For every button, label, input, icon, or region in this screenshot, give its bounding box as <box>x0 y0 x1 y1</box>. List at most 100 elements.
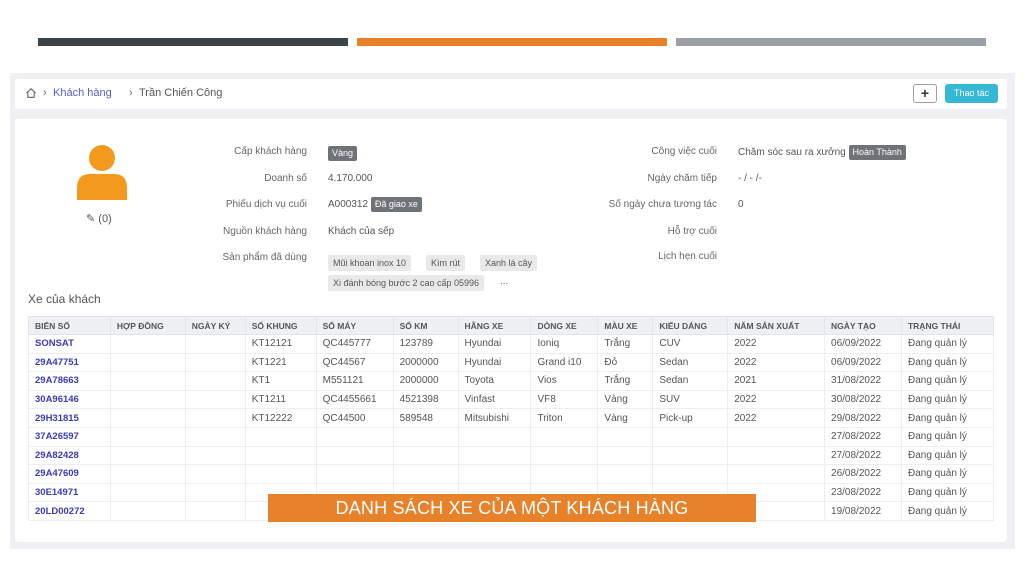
table-cell <box>109 352 186 373</box>
table-cell: SUV <box>652 389 729 410</box>
table-cell: Trắng <box>597 371 654 391</box>
plate-number-link[interactable]: 29A78663 <box>28 371 111 391</box>
table-cell: Đang quản lý <box>900 371 995 391</box>
last-care-label: Ngày chăm tiếp <box>647 173 717 184</box>
table-cell: QC445777 <box>315 334 394 354</box>
column-header[interactable]: MÀU XE <box>597 316 654 335</box>
table-cell <box>184 501 246 521</box>
plate-number-link[interactable]: 37A26597 <box>28 426 111 447</box>
table-cell <box>184 408 246 428</box>
table-cell <box>109 371 186 391</box>
table-cell <box>392 426 459 447</box>
job-status-badge: Hoàn Thành <box>848 145 906 160</box>
table-cell <box>530 445 599 466</box>
actions-button[interactable]: Thao tác <box>945 84 998 103</box>
table-cell: M551121 <box>315 371 394 391</box>
plate-number-link[interactable]: 30A96146 <box>28 389 111 410</box>
table-row[interactable]: 37A26597 27/08/2022 Đang quản lý <box>28 426 995 447</box>
plate-number-link[interactable]: 30E14971 <box>28 482 111 503</box>
table-cell: Đang quản lý <box>900 389 995 410</box>
revenue-label: Doanh số <box>264 173 307 184</box>
table-cell: 2021 <box>727 371 826 391</box>
decor-bar-orange <box>357 38 667 46</box>
column-header[interactable]: BIỂN SỐ <box>28 316 111 335</box>
table-cell: KT1 <box>244 371 317 391</box>
column-header[interactable]: TRẠNG THÁI <box>900 316 995 335</box>
column-header[interactable]: DÒNG XE <box>530 316 599 335</box>
decor-bar-grey <box>676 38 986 46</box>
table-row[interactable]: 29A47609 26/08/2022 Đang quản lý <box>28 464 995 484</box>
last-appointment-label: Lịch hẹn cuối <box>658 251 717 262</box>
table-cell: Đang quản lý <box>900 408 995 428</box>
home-icon[interactable] <box>25 87 37 99</box>
table-cell <box>315 445 394 466</box>
table-cell: Mitsubishi <box>457 408 532 428</box>
table-cell: 23/08/2022 <box>824 482 902 503</box>
decor-bar-dark <box>38 38 348 46</box>
table-cell <box>109 426 186 447</box>
table-cell: Vinfast <box>457 389 532 410</box>
table-row[interactable]: 29A78663 KT1 M551121 2000000 Toyota Vios Trắng… <box>28 371 995 391</box>
products-more[interactable]: ... <box>500 276 508 287</box>
table-cell <box>184 371 246 391</box>
table-cell <box>392 464 459 484</box>
cars-table: BIỂN SỐ HỢP ĐỒNG NGÀY KÝ SỐ KHUNG SỐ MÁY… <box>28 316 995 521</box>
column-header[interactable]: HỢP ĐỒNG <box>109 316 186 335</box>
column-header[interactable]: KIỂU DÁNG <box>652 316 729 335</box>
table-cell: 27/08/2022 <box>824 426 902 447</box>
column-header[interactable]: NGÀY TẠO <box>824 316 902 335</box>
table-cell <box>109 445 186 466</box>
breadcrumb-customers-link[interactable]: Khách hàng <box>53 87 112 99</box>
table-cell: Sedan <box>652 371 729 391</box>
table-cell: Trắng <box>597 334 654 354</box>
plate-number-link[interactable]: 29A47609 <box>28 464 111 484</box>
table-cell <box>184 389 246 410</box>
table-cell: Đang quản lý <box>900 464 995 484</box>
last-ticket-label: Phiếu dịch vụ cuối <box>225 199 307 210</box>
table-row[interactable]: SONSAT KT12121 QC445777 123789 Hyundai Ioniq T… <box>28 334 995 354</box>
table-row[interactable]: 30A96146 KT1211 QC4455661 4521398 Vinfast VF8… <box>28 389 995 410</box>
table-cell: Grand i10 <box>530 352 599 373</box>
table-row[interactable]: 29A47751 KT1221 QC44567 2000000 Hyundai Grand… <box>28 352 995 373</box>
column-header[interactable]: SỐ KM <box>392 316 459 335</box>
table-cell <box>652 445 729 466</box>
last-job-text: Chăm sóc sau ra xưởng <box>738 147 846 158</box>
tier-badge: Vàng <box>328 146 358 161</box>
table-cell <box>184 445 246 466</box>
column-header[interactable]: SỐ MÁY <box>315 316 394 335</box>
plate-number-link[interactable]: 29A82428 <box>28 445 111 466</box>
table-cell <box>244 426 317 447</box>
column-header[interactable]: NGÀY KÝ <box>184 316 246 335</box>
table-cell: 589548 <box>392 408 459 428</box>
table-cell: Đang quản lý <box>900 426 995 447</box>
table-cell <box>244 445 317 466</box>
table-cell <box>597 426 654 447</box>
column-header[interactable]: SỐ KHUNG <box>244 316 317 335</box>
table-cell: Triton <box>530 408 599 428</box>
column-header[interactable]: NĂM SẢN XUẤT <box>727 316 826 335</box>
paperclip-icon: ✎ <box>86 213 96 225</box>
table-cell: Vios <box>530 371 599 391</box>
product-tag: Xanh lá cây <box>480 255 538 271</box>
chevron-right-icon: › <box>43 87 47 99</box>
table-cell <box>597 445 654 466</box>
table-cell: Đang quản lý <box>900 445 995 466</box>
plate-number-link[interactable]: 29H31815 <box>28 408 111 428</box>
table-cell: KT1221 <box>244 352 317 373</box>
attachments[interactable]: ✎ (0) <box>86 212 112 225</box>
tier-label: Cấp khách hàng <box>234 146 307 157</box>
plate-number-link[interactable]: SONSAT <box>28 334 111 354</box>
table-cell: CUV <box>652 334 729 354</box>
table-cell: 19/08/2022 <box>824 501 902 521</box>
table-cell: 27/08/2022 <box>824 445 902 466</box>
table-cell <box>109 482 186 503</box>
plate-number-link[interactable]: 20LD00272 <box>28 501 111 521</box>
no-contact-label: Số ngày chưa tương tác <box>608 199 717 210</box>
add-button[interactable]: + <box>913 84 937 103</box>
table-row[interactable]: 29H31815 KT12222 QC44500 589548 Mitsubishi Tr… <box>28 408 995 428</box>
column-header[interactable]: HÃNG XE <box>457 316 532 335</box>
cars-section-title: Xe của khách <box>28 292 101 306</box>
table-row[interactable]: 29A82428 27/08/2022 Đang quản lý <box>28 445 995 466</box>
plate-number-link[interactable]: 29A47751 <box>28 352 111 373</box>
last-ticket-code[interactable]: A000312 <box>328 199 368 210</box>
